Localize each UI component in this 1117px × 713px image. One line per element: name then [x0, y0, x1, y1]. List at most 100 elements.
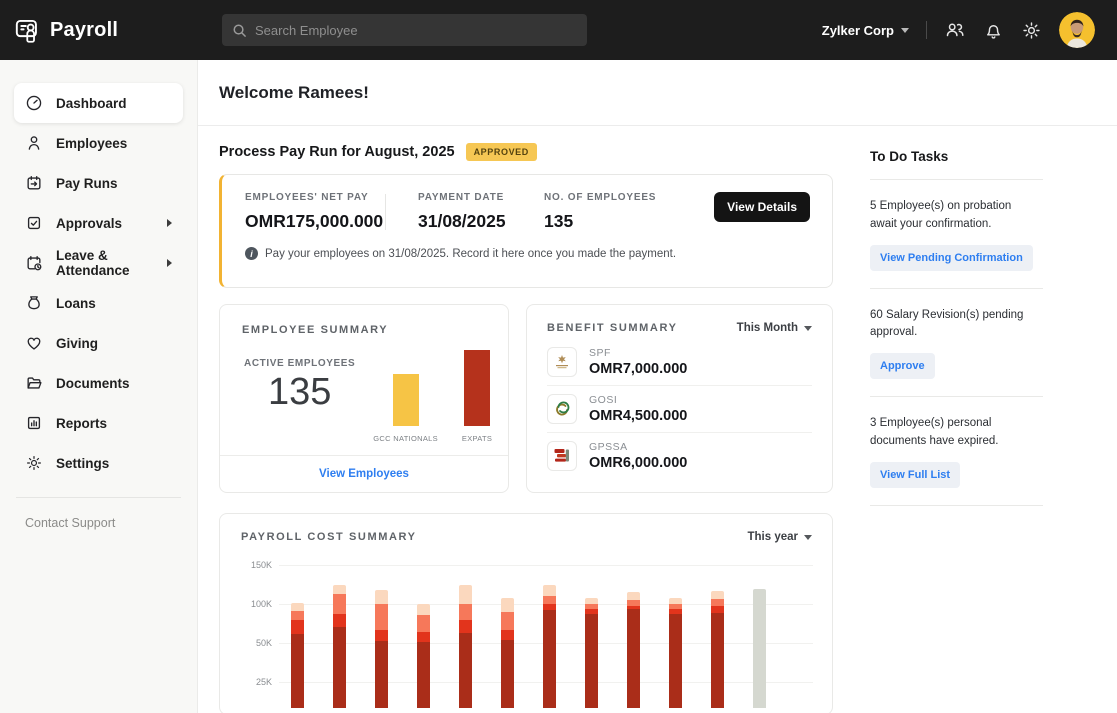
chart-bar-segment	[543, 610, 556, 708]
chart-bar-segment	[669, 614, 682, 708]
notifications-bell-icon[interactable]	[983, 20, 1004, 41]
topbar-divider	[926, 21, 927, 39]
chart-bar-segment	[585, 609, 598, 614]
giving-heart-icon	[25, 334, 43, 352]
sidebar-item-documents[interactable]: Documents	[14, 363, 183, 403]
sidebar-item-dashboard[interactable]: Dashboard	[14, 83, 183, 123]
chart-bar-segment	[543, 596, 556, 604]
mini-bar-gcc-nationals: GCC NATIONALS	[373, 374, 438, 443]
sidebar-item-label: Reports	[56, 416, 107, 431]
payrun-card: EMPLOYEES' NET PAY OMR175,000.000 PAYMEN…	[219, 174, 833, 288]
welcome-heading: Welcome Ramees!	[219, 83, 369, 103]
chart-bar-segment	[543, 604, 556, 610]
sidebar-item-approvals[interactable]: Approvals	[14, 203, 183, 243]
chart-tick-label: 25K	[234, 677, 272, 687]
mini-bar-rect	[393, 374, 419, 426]
stat-employee-count: NO. OF EMPLOYEES 135	[544, 192, 664, 232]
task-text: 60 Salary Revision(s) pending approval.	[870, 307, 1032, 343]
brand-name: Payroll	[50, 19, 118, 42]
stat-label: EMPLOYEES' NET PAY	[245, 192, 385, 203]
payroll-period-select[interactable]: This year	[748, 531, 813, 543]
benefit-name: GOSI	[589, 394, 687, 406]
chart-bar-segment	[669, 604, 682, 609]
sidebar-divider	[16, 497, 181, 498]
org-switcher[interactable]: Zylker Corp	[822, 23, 909, 38]
sidebar-item-giving[interactable]: Giving	[14, 323, 183, 363]
chart-bar-segment	[501, 640, 514, 708]
view-employees-link[interactable]: View Employees	[319, 468, 409, 480]
chart-tick-label: 50K	[234, 638, 272, 648]
benefit-period-select[interactable]: This Month	[737, 322, 812, 334]
chart-bar-segment	[375, 590, 388, 604]
chart-bar-segment	[459, 604, 472, 620]
gpssa-logo	[547, 441, 577, 471]
mini-bar-label: EXPATS	[462, 434, 492, 443]
chart-bar-segment	[501, 598, 514, 612]
chart-bar-segment	[291, 611, 304, 620]
chart-bar-segment	[711, 613, 724, 708]
benefit-name: SPF	[589, 347, 687, 359]
task-text: 5 Employee(s) on probation await your co…	[870, 198, 1032, 234]
chart-bar-segment	[585, 604, 598, 609]
payroll-cost-chart: 150K100K50K25K	[220, 548, 832, 708]
chart-bar-segment	[669, 609, 682, 614]
chart-bar-segment	[291, 620, 304, 635]
chart-bar-segment	[627, 609, 640, 708]
stat-value: OMR175,000.000	[245, 211, 385, 232]
chevron-right-icon	[167, 219, 172, 227]
payrun-title: Process Pay Run for August, 2025	[219, 144, 455, 160]
chart-tick-label: 100K	[234, 599, 272, 609]
contact-support-link[interactable]: Contact Support	[14, 506, 183, 540]
search-input[interactable]	[255, 23, 577, 38]
benefit-value: OMR7,000.000	[589, 361, 687, 377]
approvals-icon	[25, 214, 43, 232]
users-icon[interactable]	[944, 19, 966, 41]
employee-mini-chart: GCC NATIONALS EXPATS	[373, 336, 492, 455]
benefit-value: OMR4,500.000	[589, 408, 687, 424]
todo-task-probation: 5 Employee(s) on probation await your co…	[870, 180, 1043, 289]
chevron-down-icon	[804, 535, 812, 540]
chart-bar-segment	[459, 620, 472, 632]
user-avatar[interactable]	[1059, 12, 1095, 48]
chart-bar-segment	[711, 591, 724, 600]
approve-button[interactable]: Approve	[870, 353, 935, 379]
chart-bar-segment	[333, 627, 346, 708]
benefit-summary-title: BENEFIT SUMMARY	[547, 322, 678, 334]
payroll-cost-title: PAYROLL COST SUMMARY	[241, 531, 417, 543]
view-full-list-button[interactable]: View Full List	[870, 462, 960, 488]
task-text: 3 Employee(s) personal documents have ex…	[870, 415, 1032, 451]
stat-value: 135	[544, 211, 664, 232]
period-value: This year	[748, 531, 799, 543]
mini-bar-expats: EXPATS	[462, 350, 492, 443]
chevron-down-icon	[901, 28, 909, 33]
chart-bar-segment	[291, 603, 304, 611]
sidebar-item-pay-runs[interactable]: Pay Runs	[14, 163, 183, 203]
view-pending-confirmation-button[interactable]: View Pending Confirmation	[870, 245, 1033, 271]
benefit-name: GPSSA	[589, 441, 687, 453]
benefit-row-gpssa: GPSSA OMR6,000.000	[547, 432, 812, 479]
settings-gear-icon[interactable]	[1021, 20, 1042, 41]
sidebar-item-label: Settings	[56, 456, 109, 471]
dashboard-icon	[25, 94, 43, 112]
sidebar-item-loans[interactable]: Loans	[14, 283, 183, 323]
view-details-button[interactable]: View Details	[714, 192, 810, 222]
sidebar-item-leave-attendance[interactable]: Leave & Attendance	[14, 243, 183, 283]
sidebar-item-label: Dashboard	[56, 96, 127, 111]
search-icon	[232, 23, 247, 38]
chart-bar-segment	[333, 614, 346, 627]
chart-bar-segment	[291, 634, 304, 708]
todo-task-salary-revisions: 60 Salary Revision(s) pending approval. …	[870, 289, 1043, 398]
sidebar-item-settings[interactable]: Settings	[14, 443, 183, 483]
spf-logo	[547, 347, 577, 377]
chart-bar-segment	[501, 612, 514, 630]
employee-search[interactable]	[222, 14, 587, 46]
chart-bar-segment	[417, 604, 430, 615]
sidebar-item-reports[interactable]: Reports	[14, 403, 183, 443]
chart-bar-segment	[459, 585, 472, 604]
app-logo: Payroll	[14, 17, 222, 44]
main-content: Welcome Ramees! Process Pay Run for Augu…	[198, 60, 1117, 713]
payroll-logo-icon	[14, 17, 41, 44]
sidebar-item-employees[interactable]: Employees	[14, 123, 183, 163]
leave-attendance-icon	[25, 254, 43, 272]
reports-icon	[25, 414, 43, 432]
